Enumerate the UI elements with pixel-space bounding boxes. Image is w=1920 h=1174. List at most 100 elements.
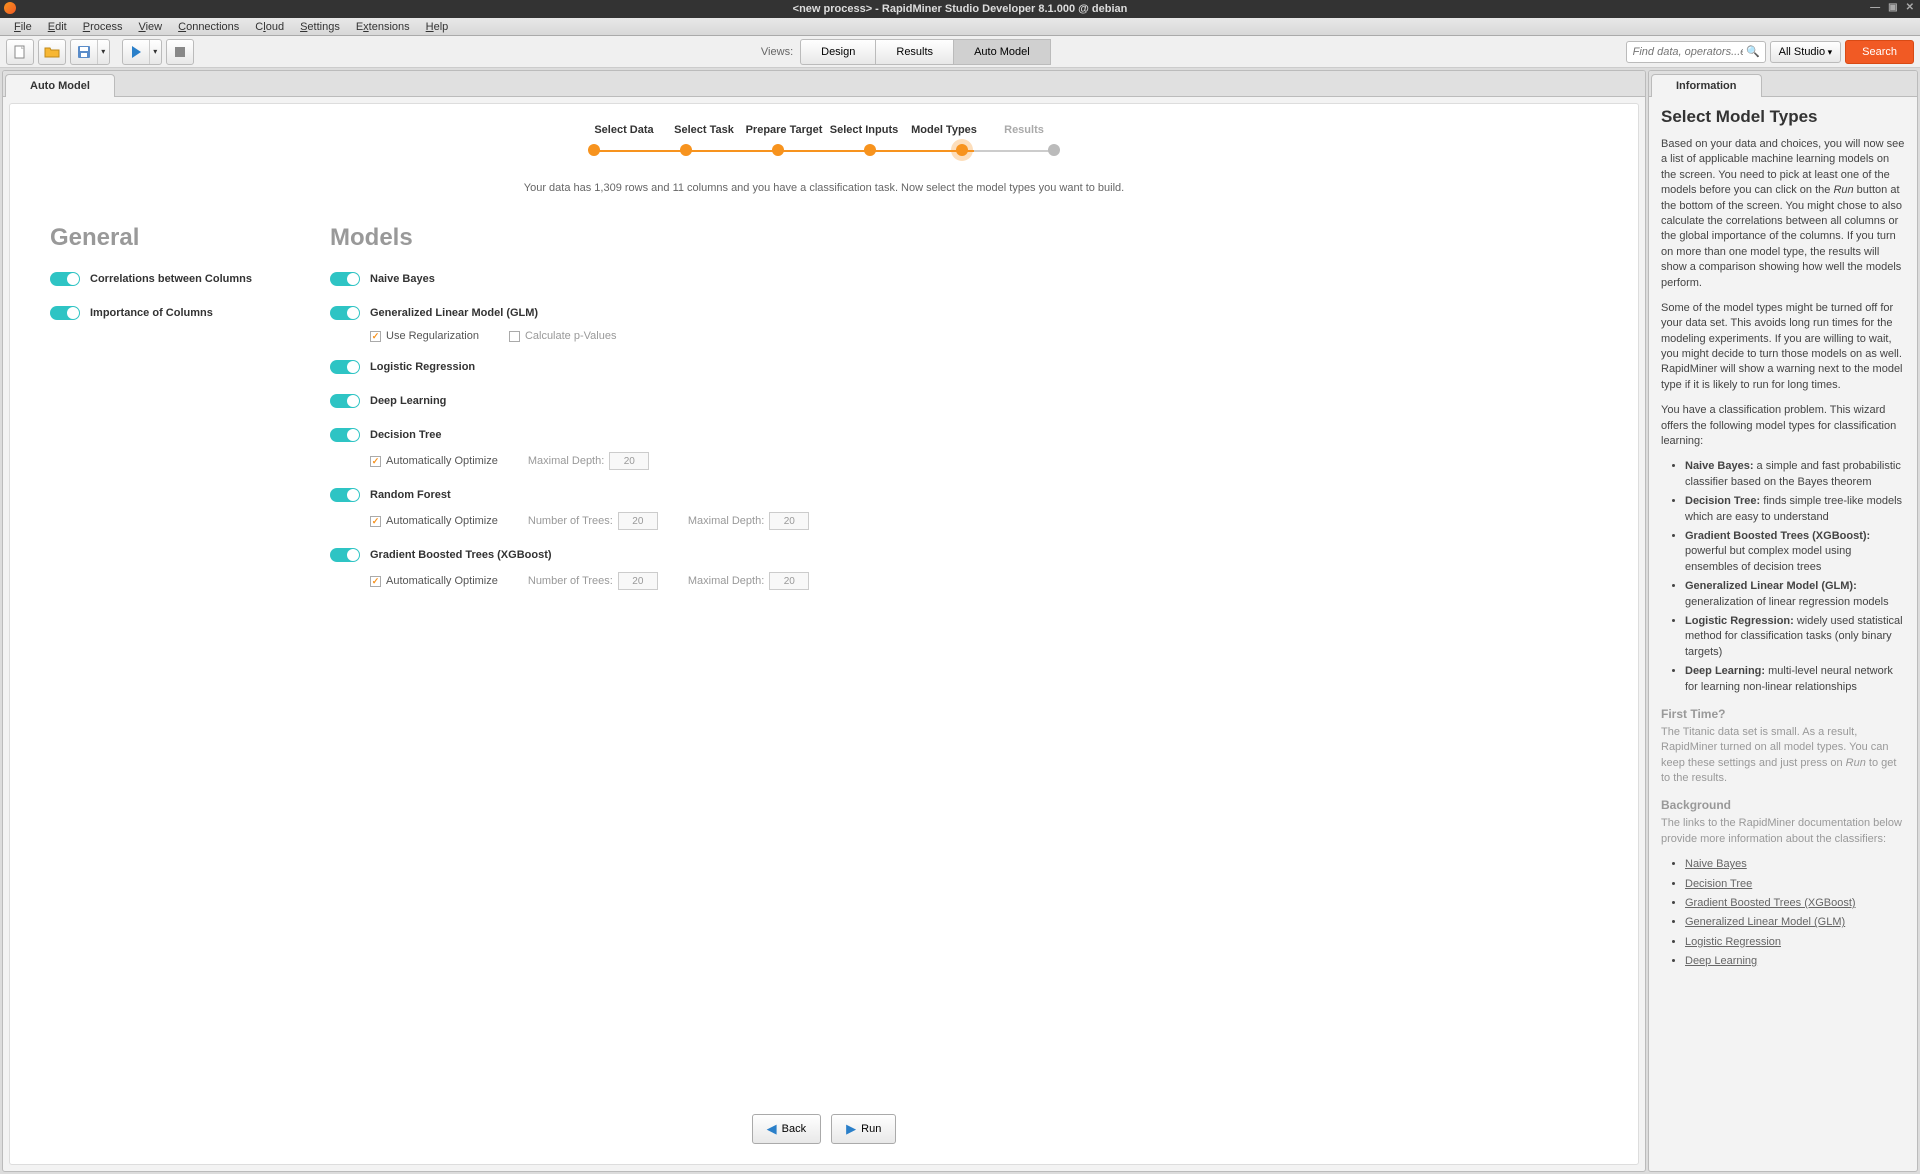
toggle[interactable] (330, 272, 360, 286)
sub-option: Number of Trees: (528, 572, 658, 590)
doc-link[interactable]: Decision Tree (1685, 878, 1752, 890)
model-description-list: Naive Bayes: a simple and fast probabili… (1685, 459, 1905, 694)
step-dot[interactable] (588, 144, 600, 156)
background-text: The links to the RapidMiner documentatio… (1661, 816, 1905, 847)
toggle[interactable] (330, 548, 360, 562)
toggle[interactable] (330, 488, 360, 502)
run-button[interactable]: ▶ Run (831, 1114, 896, 1144)
number-input[interactable] (618, 572, 658, 590)
step-label[interactable]: Select Task (664, 124, 744, 136)
step-dot[interactable] (864, 144, 876, 156)
checkbox[interactable] (370, 331, 381, 342)
new-icon (12, 44, 28, 60)
doc-link[interactable]: Gradient Boosted Trees (XGBoost) (1685, 897, 1856, 909)
menu-file[interactable]: File (6, 21, 40, 33)
stop-icon (172, 44, 188, 60)
view-auto-model[interactable]: Auto Model (953, 39, 1051, 65)
view-results[interactable]: Results (875, 39, 954, 65)
model-sub-options: Automatically OptimizeMaximal Depth: (370, 452, 1598, 470)
step-label[interactable]: Prepare Target (744, 124, 824, 136)
first-time-heading: First Time? (1661, 707, 1905, 721)
menu-settings[interactable]: Settings (292, 21, 348, 33)
chevron-down-icon[interactable]: ▾ (98, 47, 109, 56)
step-label[interactable]: Select Inputs (824, 124, 904, 136)
toggle[interactable] (330, 428, 360, 442)
search-scope-dropdown[interactable]: All Studio (1770, 41, 1842, 63)
chevron-down-icon[interactable]: ▾ (150, 47, 161, 56)
checkbox[interactable] (509, 331, 520, 342)
doc-link[interactable]: Logistic Regression (1685, 936, 1781, 948)
sub-option: Automatically Optimize (370, 455, 498, 467)
step-dot[interactable] (772, 144, 784, 156)
menu-view[interactable]: View (130, 21, 170, 33)
background-heading: Background (1661, 798, 1905, 812)
general-item: Correlations between Columns (50, 272, 270, 286)
save-button[interactable]: ▾ (70, 39, 110, 65)
minimize-icon[interactable]: — (1870, 2, 1880, 13)
stop-process-button[interactable] (166, 39, 194, 65)
doc-link-item: Deep Learning (1685, 954, 1905, 969)
doc-link[interactable]: Generalized Linear Model (GLM) (1685, 916, 1845, 928)
back-button[interactable]: ◀ Back (752, 1114, 821, 1144)
sub-option-label: Calculate p-Values (525, 330, 617, 342)
menu-cloud[interactable]: Cloud (247, 21, 292, 33)
new-process-button[interactable] (6, 39, 34, 65)
toggle-label: Generalized Linear Model (GLM) (370, 307, 538, 319)
step-dot[interactable] (956, 144, 968, 156)
general-heading: General (50, 224, 270, 252)
tab-information[interactable]: Information (1651, 74, 1762, 97)
toggle[interactable] (50, 272, 80, 286)
view-design[interactable]: Design (800, 39, 876, 65)
toggle-label: Gradient Boosted Trees (XGBoost) (370, 549, 552, 561)
number-input[interactable] (769, 512, 809, 530)
menu-help[interactable]: Help (418, 21, 457, 33)
toggle[interactable] (330, 360, 360, 374)
menubar: File Edit Process View Connections Cloud… (0, 18, 1920, 36)
checkbox[interactable] (370, 456, 381, 467)
tab-auto-model[interactable]: Auto Model (5, 74, 115, 97)
sub-option: Calculate p-Values (509, 330, 617, 342)
arrow-left-icon: ◀ (767, 1121, 777, 1137)
sub-option-label: Number of Trees: (528, 575, 613, 587)
menu-connections[interactable]: Connections (170, 21, 247, 33)
doc-link[interactable]: Naive Bayes (1685, 858, 1747, 870)
doc-link-item: Decision Tree (1685, 877, 1905, 892)
maximize-icon[interactable]: ▣ (1888, 2, 1897, 13)
tab-strip: Auto Model (3, 71, 1645, 97)
search-button[interactable]: Search (1845, 40, 1914, 64)
wizard-area: Select DataSelect TaskPrepare TargetSele… (9, 103, 1639, 1165)
step-label[interactable]: Model Types (904, 124, 984, 136)
open-button[interactable] (38, 39, 66, 65)
toggle-label: Correlations between Columns (90, 273, 252, 285)
number-input[interactable] (609, 452, 649, 470)
doc-link-item: Logistic Regression (1685, 935, 1905, 950)
step-dot[interactable] (680, 144, 692, 156)
sub-option-label: Number of Trees: (528, 515, 613, 527)
search-input[interactable] (1626, 41, 1766, 63)
menu-extensions[interactable]: Extensions (348, 21, 418, 33)
sub-option-label: Maximal Depth: (688, 575, 764, 587)
step-label[interactable]: Select Data (584, 124, 664, 136)
number-input[interactable] (769, 572, 809, 590)
checkbox[interactable] (370, 516, 381, 527)
model-desc-item: Decision Tree: finds simple tree-like mo… (1685, 494, 1905, 525)
toggle-label: Naive Bayes (370, 273, 435, 285)
run-process-button[interactable]: ▾ (122, 39, 162, 65)
toggle-label: Decision Tree (370, 429, 442, 441)
sub-option: Use Regularization (370, 330, 479, 342)
toggle[interactable] (330, 394, 360, 408)
toggle[interactable] (330, 306, 360, 320)
close-icon[interactable]: ✕ (1906, 2, 1914, 13)
number-input[interactable] (618, 512, 658, 530)
step-dot[interactable] (1048, 144, 1060, 156)
background-links: Naive Bayes Decision Tree Gradient Boosted… (1685, 857, 1905, 969)
menu-process[interactable]: Process (75, 21, 131, 33)
toggle[interactable] (50, 306, 80, 320)
checkbox[interactable] (370, 576, 381, 587)
menu-edit[interactable]: Edit (40, 21, 75, 33)
sub-option-label: Automatically Optimize (386, 455, 498, 467)
run-label: Run (861, 1123, 881, 1135)
step-label[interactable]: Results (984, 124, 1064, 136)
doc-link[interactable]: Deep Learning (1685, 955, 1757, 967)
model-desc-item: Generalized Linear Model (GLM): generali… (1685, 579, 1905, 610)
